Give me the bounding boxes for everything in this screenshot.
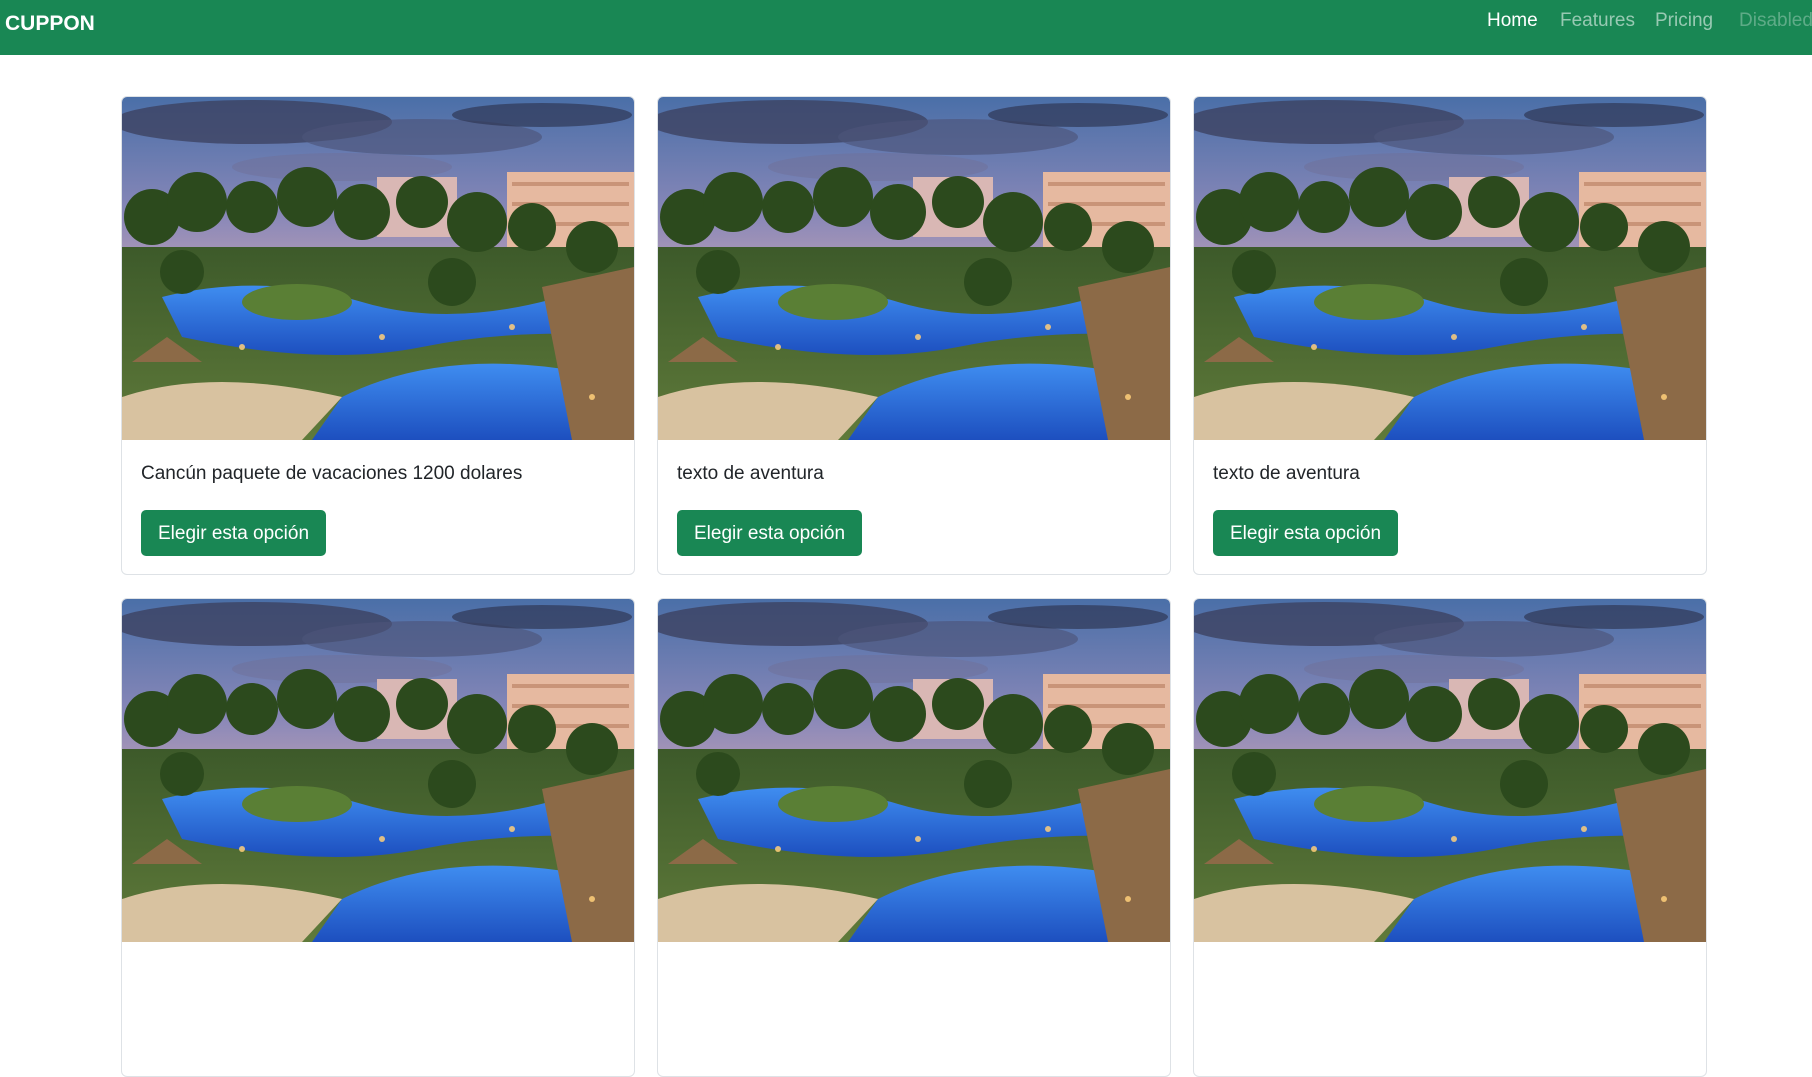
card-text: Cancún paquete de vacaciones 1200 dolare… <box>141 463 523 484</box>
card-text: texto de aventura <box>677 463 824 484</box>
choose-option-button[interactable]: Elegir esta opción <box>677 510 863 556</box>
choose-option-button[interactable]: Elegir esta opción <box>1213 510 1399 556</box>
offer-card: Cancún paquete de vacaciones 1200 dolare… <box>121 96 635 575</box>
nav-link-home[interactable]: Home <box>1487 10 1538 32</box>
choose-option-button[interactable]: Elegir esta opción <box>141 510 327 556</box>
offer-card <box>1193 598 1707 1077</box>
card-image-resort <box>122 599 634 942</box>
card-image-resort <box>658 599 1170 942</box>
nav-link-features[interactable]: Features <box>1560 10 1635 32</box>
offer-card <box>657 598 1171 1077</box>
card-image-resort <box>658 97 1170 440</box>
offer-card <box>121 598 635 1077</box>
card-image-resort <box>1194 97 1706 440</box>
nav-links: Home Features Pricing Disabled <box>1462 0 1812 42</box>
card-image-resort <box>122 97 634 440</box>
brand-logo[interactable]: CUPPON <box>5 12 95 36</box>
offer-card: texto de aventura Elegir esta opción <box>657 96 1171 575</box>
card-text: texto de aventura <box>1213 463 1360 484</box>
card-image-resort <box>1194 599 1706 942</box>
offer-card: texto de aventura Elegir esta opción <box>1193 96 1707 575</box>
nav-link-pricing[interactable]: Pricing <box>1655 10 1713 32</box>
nav-link-disabled: Disabled <box>1739 10 1812 31</box>
top-navbar: CUPPON Home Features Pricing Disabled <box>0 0 1812 55</box>
